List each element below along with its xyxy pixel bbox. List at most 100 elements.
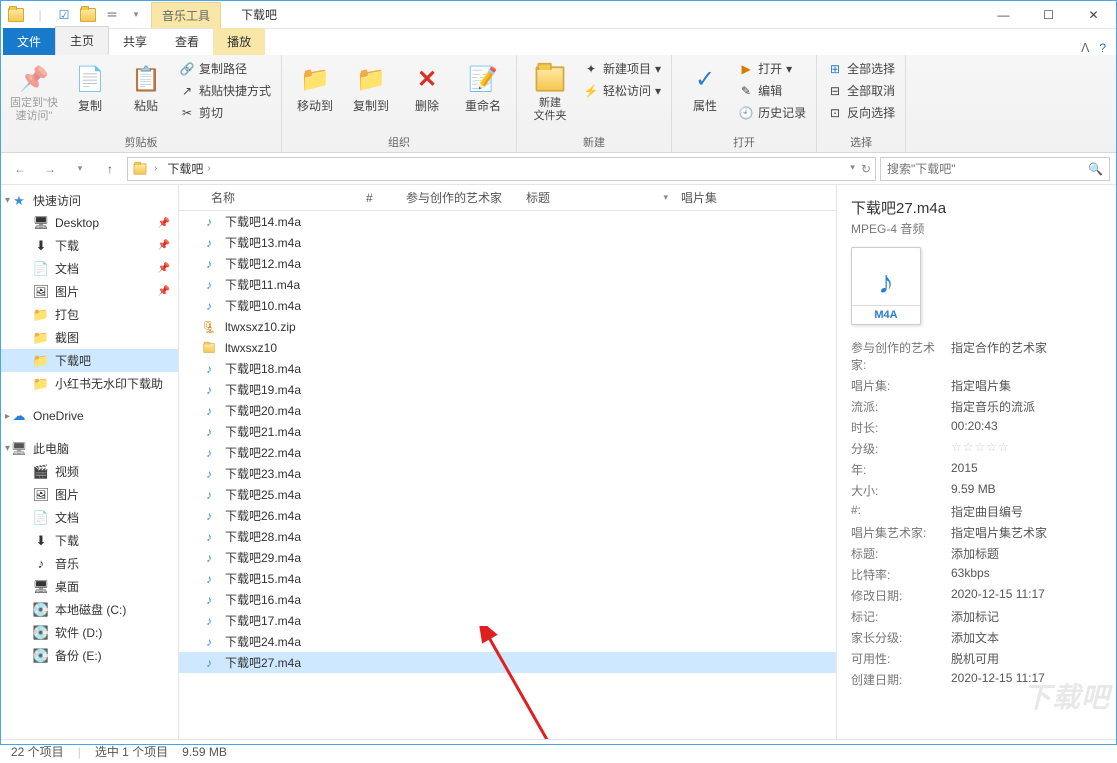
chevron-down-icon[interactable]: ▾	[663, 192, 668, 203]
maximize-button[interactable]: ☐	[1026, 1, 1071, 29]
prop-value[interactable]: 添加标题	[951, 545, 1102, 562]
navigation-pane[interactable]: ▾★快速访问 🖥Desktop📌⬇下载📌📄文档📌🖼图片📌📁打包📁截图📁下载吧📁小…	[1, 185, 179, 739]
prop-value[interactable]: ☆☆☆☆☆	[951, 440, 1102, 457]
qat-checkbox-icon[interactable]: ☑	[55, 6, 73, 24]
prop-value[interactable]: 指定唱片集	[951, 377, 1102, 394]
search-box[interactable]: 🔍	[880, 157, 1110, 181]
prop-value[interactable]: 指定合作的艺术家	[951, 339, 1102, 373]
file-row[interactable]: ♪下载吧20.m4a	[179, 400, 836, 421]
cut-button[interactable]: ✂剪切	[177, 103, 273, 122]
prop-value[interactable]: 2020-12-15 11:17	[951, 671, 1102, 688]
file-row[interactable]: ♪下载吧21.m4a	[179, 421, 836, 442]
nav-item[interactable]: 🎬视频	[1, 460, 178, 483]
new-item-button[interactable]: ✦新建项目 ▾	[581, 59, 663, 78]
prop-value[interactable]: 指定唱片集艺术家	[951, 524, 1102, 541]
qat-dropdown-icon[interactable]: ▾	[127, 6, 145, 24]
search-input[interactable]	[887, 162, 1088, 176]
copy-to-button[interactable]: 📁复制到	[346, 59, 396, 114]
prop-value[interactable]: 脱机可用	[951, 650, 1102, 667]
column-title[interactable]: 标题▾	[516, 185, 671, 210]
delete-button[interactable]: ✕删除	[402, 59, 452, 114]
paste-button[interactable]: 📋粘贴	[121, 59, 171, 114]
file-row[interactable]: ♪下载吧22.m4a	[179, 442, 836, 463]
tab-file[interactable]: 文件	[3, 28, 55, 55]
address-field[interactable]: › 下载吧 › ▾ ↻	[127, 157, 876, 181]
nav-item[interactable]: ♪音乐	[1, 552, 178, 575]
back-button[interactable]: ←	[7, 156, 33, 182]
ribbon-collapse[interactable]: ᐱ ?	[1081, 41, 1116, 55]
search-icon[interactable]: 🔍	[1088, 162, 1103, 176]
nav-item[interactable]: ⬇下载📌	[1, 234, 178, 257]
file-row[interactable]: ♪下载吧10.m4a	[179, 295, 836, 316]
column-album[interactable]: 唱片集	[671, 185, 771, 210]
file-row[interactable]: ♪下载吧25.m4a	[179, 484, 836, 505]
nav-item[interactable]: 📄文档📌	[1, 257, 178, 280]
close-button[interactable]: ✕	[1071, 1, 1116, 29]
prop-value[interactable]: 9.59 MB	[951, 482, 1102, 499]
recent-dropdown[interactable]: ▾	[67, 156, 93, 182]
nav-item[interactable]: 📄文档	[1, 506, 178, 529]
select-all-button[interactable]: ⊞全部选择	[825, 59, 897, 78]
nav-item[interactable]: 📁截图	[1, 326, 178, 349]
pin-to-quick-access-button[interactable]: 📌固定到"快 速访问"	[9, 59, 59, 123]
breadcrumb-current[interactable]: 下载吧 ›	[163, 158, 214, 179]
invert-selection-button[interactable]: ⊡反向选择	[825, 103, 897, 122]
nav-item[interactable]: 💽备份 (E:)	[1, 644, 178, 667]
prop-value[interactable]: 2015	[951, 461, 1102, 478]
up-button[interactable]: ↑	[97, 156, 123, 182]
prop-value[interactable]: 00:20:43	[951, 419, 1102, 436]
file-row[interactable]: ♪下载吧26.m4a	[179, 505, 836, 526]
qat-folder-icon[interactable]	[79, 6, 97, 24]
paste-shortcut-button[interactable]: ↗粘贴快捷方式	[177, 81, 273, 100]
file-row[interactable]: ♪下载吧29.m4a	[179, 547, 836, 568]
edit-button[interactable]: ✎编辑	[736, 81, 808, 100]
help-icon[interactable]: ?	[1099, 41, 1106, 55]
minimize-button[interactable]: —	[981, 1, 1026, 29]
file-row[interactable]: ♪下载吧16.m4a	[179, 589, 836, 610]
file-row[interactable]: ♪下载吧15.m4a	[179, 568, 836, 589]
qat-equals-icon[interactable]: ＝	[103, 6, 121, 24]
nav-item[interactable]: 💽软件 (D:)	[1, 621, 178, 644]
prop-value[interactable]: 63kbps	[951, 566, 1102, 583]
file-row[interactable]: ♪下载吧18.m4a	[179, 358, 836, 379]
nav-item[interactable]: 💽本地磁盘 (C:)	[1, 598, 178, 621]
prop-value[interactable]: 添加标记	[951, 608, 1102, 625]
file-row[interactable]: ♪下载吧28.m4a	[179, 526, 836, 547]
copy-button[interactable]: 📄复制	[65, 59, 115, 114]
tab-view[interactable]: 查看	[161, 28, 213, 55]
nav-quick-access[interactable]: ▾★快速访问	[1, 189, 178, 212]
file-row[interactable]: ltwxsxz10	[179, 337, 836, 358]
properties-button[interactable]: ✓属性	[680, 59, 730, 114]
nav-this-pc[interactable]: ▾🖥此电脑	[1, 437, 178, 460]
tab-share[interactable]: 共享	[109, 28, 161, 55]
nav-item[interactable]: ⬇下载	[1, 529, 178, 552]
open-button[interactable]: ▶打开 ▾	[736, 59, 808, 78]
move-to-button[interactable]: 📁移动到	[290, 59, 340, 114]
file-row[interactable]: ♪下载吧13.m4a	[179, 232, 836, 253]
nav-item[interactable]: 📁小红书无水印下载助	[1, 372, 178, 395]
column-number[interactable]: #	[356, 185, 396, 210]
history-button[interactable]: 🕘历史记录	[736, 103, 808, 122]
prop-value[interactable]: 2020-12-15 11:17	[951, 587, 1102, 604]
new-folder-button[interactable]: 新建 文件夹	[525, 59, 575, 123]
tab-home[interactable]: 主页	[55, 26, 109, 55]
nav-item[interactable]: 📁打包	[1, 303, 178, 326]
prop-value[interactable]: 指定曲目编号	[951, 503, 1102, 520]
tab-play[interactable]: 播放	[213, 28, 265, 55]
refresh-button[interactable]: ↻	[861, 162, 871, 176]
file-row[interactable]: 🗜ltwxsxz10.zip	[179, 316, 836, 337]
file-row[interactable]: ♪下载吧23.m4a	[179, 463, 836, 484]
prop-value[interactable]: 添加文本	[951, 629, 1102, 646]
nav-item[interactable]: 📁下载吧	[1, 349, 178, 372]
crumb-separator[interactable]: ›	[154, 163, 157, 174]
column-artist[interactable]: 参与创作的艺术家	[396, 185, 516, 210]
file-row[interactable]: ♪下载吧19.m4a	[179, 379, 836, 400]
address-dropdown-icon[interactable]: ▾	[850, 162, 855, 176]
prop-value[interactable]: 指定音乐的流派	[951, 398, 1102, 415]
select-none-button[interactable]: ⊟全部取消	[825, 81, 897, 100]
forward-button[interactable]: →	[37, 156, 63, 182]
file-rows[interactable]: ♪下载吧14.m4a♪下载吧13.m4a♪下载吧12.m4a♪下载吧11.m4a…	[179, 211, 836, 739]
nav-onedrive[interactable]: ▸☁OneDrive	[1, 405, 178, 427]
easy-access-button[interactable]: ⚡轻松访问 ▾	[581, 81, 663, 100]
file-row[interactable]: ♪下载吧12.m4a	[179, 253, 836, 274]
